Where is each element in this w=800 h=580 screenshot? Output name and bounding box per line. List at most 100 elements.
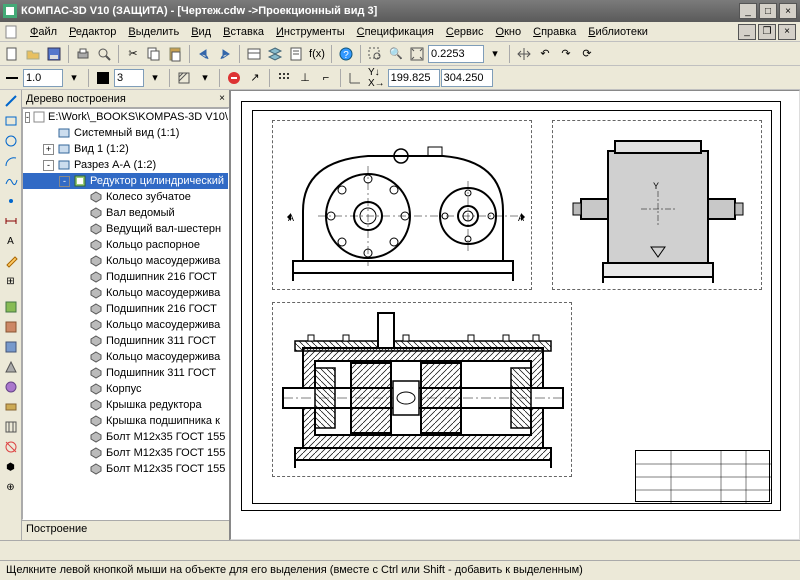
menu-библиотеки[interactable]: Библиотеки bbox=[582, 24, 654, 40]
properties-button[interactable] bbox=[244, 44, 264, 64]
scale-dropdown-icon[interactable]: ▾ bbox=[485, 44, 505, 64]
tree-close-button[interactable]: × bbox=[219, 93, 225, 104]
pan-button[interactable] bbox=[514, 44, 534, 64]
geom-spline-button[interactable] bbox=[2, 172, 20, 190]
expand-icon[interactable]: - bbox=[25, 112, 30, 123]
tree-item[interactable]: Вал ведомый bbox=[23, 205, 228, 221]
maximize-button[interactable]: □ bbox=[759, 3, 777, 19]
save-button[interactable] bbox=[44, 44, 64, 64]
undo-button[interactable] bbox=[194, 44, 214, 64]
tree-item[interactable]: Корпус bbox=[23, 381, 228, 397]
tree-item[interactable]: Кольцо масоудержива bbox=[23, 349, 228, 365]
tree-item[interactable]: Подшипник 311 ГОСТ bbox=[23, 333, 228, 349]
geom-arc-button[interactable] bbox=[2, 152, 20, 170]
menu-файл[interactable]: Файл bbox=[24, 24, 63, 40]
menu-вставка[interactable]: Вставка bbox=[217, 24, 270, 40]
menu-инструменты[interactable]: Инструменты bbox=[270, 24, 351, 40]
mdi-close-button[interactable]: × bbox=[778, 24, 796, 40]
hatch-button[interactable] bbox=[174, 68, 194, 88]
menu-вид[interactable]: Вид bbox=[185, 24, 217, 40]
help-button[interactable]: ? bbox=[336, 44, 356, 64]
new-button[interactable] bbox=[2, 44, 22, 64]
print-button[interactable] bbox=[73, 44, 93, 64]
dim-button[interactable] bbox=[2, 212, 20, 230]
edit-button[interactable] bbox=[2, 252, 20, 270]
tool-c-button[interactable] bbox=[2, 338, 20, 356]
stop-button[interactable] bbox=[224, 68, 244, 88]
tool-i-button[interactable]: ⬢ bbox=[2, 458, 20, 476]
menu-сервис[interactable]: Сервис bbox=[440, 24, 490, 40]
tree-item[interactable]: Кольцо распорное bbox=[23, 237, 228, 253]
tree-body[interactable]: - E:\Work\_BOOKS\KOMPAS-3D V10\КО Систем… bbox=[22, 108, 229, 520]
redo-button[interactable] bbox=[215, 44, 235, 64]
layers-button[interactable] bbox=[265, 44, 285, 64]
paste-button[interactable] bbox=[165, 44, 185, 64]
tool-g-button[interactable] bbox=[2, 418, 20, 436]
view-section[interactable] bbox=[272, 302, 572, 477]
tree-item[interactable]: -Разрез А-А (1:2) bbox=[23, 157, 228, 173]
hatch-drop-icon[interactable]: ▾ bbox=[195, 68, 215, 88]
zoom-window-button[interactable] bbox=[365, 44, 385, 64]
tool-a-button[interactable] bbox=[2, 298, 20, 316]
tree-item[interactable]: Крышка подшипника к bbox=[23, 413, 228, 429]
tree-item[interactable]: Болт М12x35 ГОСТ 155 bbox=[23, 429, 228, 445]
copy-button[interactable] bbox=[144, 44, 164, 64]
tree-item[interactable]: Подшипник 216 ГОСТ bbox=[23, 269, 228, 285]
snap-end-button[interactable]: ⌐ bbox=[316, 68, 336, 88]
tool-b-button[interactable] bbox=[2, 318, 20, 336]
tree-item[interactable]: Кольцо масоудержива bbox=[23, 317, 228, 333]
close-button[interactable]: × bbox=[779, 3, 797, 19]
zoom-in-icon[interactable]: 🔍 bbox=[386, 44, 406, 64]
view-side[interactable]: Y bbox=[552, 120, 762, 290]
color-button[interactable] bbox=[93, 68, 113, 88]
coord-x-input[interactable] bbox=[388, 69, 440, 87]
ortho-button[interactable]: ⊥ bbox=[295, 68, 315, 88]
preview-button[interactable] bbox=[94, 44, 114, 64]
tool-j-button[interactable]: ⊕ bbox=[2, 478, 20, 496]
geom-line-button[interactable] bbox=[2, 92, 20, 110]
coord-y-input[interactable] bbox=[441, 69, 493, 87]
tree-item[interactable]: Системный вид (1:1) bbox=[23, 125, 228, 141]
spec-button[interactable] bbox=[286, 44, 306, 64]
geom-circle-button[interactable] bbox=[2, 132, 20, 150]
zoom-prev-button[interactable]: ↶ bbox=[535, 44, 555, 64]
minimize-button[interactable]: _ bbox=[739, 3, 757, 19]
geom-rect-button[interactable] bbox=[2, 112, 20, 130]
open-button[interactable] bbox=[23, 44, 43, 64]
mdi-minimize-button[interactable]: _ bbox=[738, 24, 756, 40]
tool-d-button[interactable] bbox=[2, 358, 20, 376]
scale-input[interactable] bbox=[428, 45, 484, 63]
menu-спецификация[interactable]: Спецификация bbox=[351, 24, 440, 40]
menu-редактор[interactable]: Редактор bbox=[63, 24, 122, 40]
refresh-button[interactable]: ⟳ bbox=[577, 44, 597, 64]
linewidth-input[interactable] bbox=[23, 69, 63, 87]
tree-item[interactable]: Болт М12x35 ГОСТ 155 bbox=[23, 461, 228, 477]
tree-item[interactable]: Подшипник 311 ГОСТ bbox=[23, 365, 228, 381]
tree-item[interactable]: Крышка редуктора bbox=[23, 397, 228, 413]
snap-grid-button[interactable] bbox=[274, 68, 294, 88]
coord-mode-button[interactable] bbox=[345, 68, 365, 88]
menu-выделить[interactable]: Выделить bbox=[122, 24, 185, 40]
tree-item[interactable]: Подшипник 216 ГОСТ bbox=[23, 301, 228, 317]
mdi-restore-button[interactable]: ❐ bbox=[758, 24, 776, 40]
text-button[interactable]: A bbox=[2, 232, 20, 250]
tree-item[interactable]: Болт М12x35 ГОСТ 155 bbox=[23, 445, 228, 461]
linewidth-dropdown-icon[interactable]: ▾ bbox=[64, 68, 84, 88]
expand-icon[interactable]: - bbox=[59, 176, 70, 187]
tool-h-button[interactable] bbox=[2, 438, 20, 456]
count-input[interactable] bbox=[114, 69, 144, 87]
expand-icon[interactable]: - bbox=[43, 160, 54, 171]
tool-e-button[interactable] bbox=[2, 378, 20, 396]
tree-item[interactable]: Колесо зубчатое bbox=[23, 189, 228, 205]
style-button[interactable] bbox=[2, 68, 22, 88]
cut-button[interactable]: ✂ bbox=[123, 44, 143, 64]
tree-item[interactable]: -Редуктор цилиндрический bbox=[23, 173, 228, 189]
tree-root[interactable]: - E:\Work\_BOOKS\KOMPAS-3D V10\КО bbox=[23, 109, 228, 125]
tree-item[interactable]: Ведущий вал-шестерн bbox=[23, 221, 228, 237]
menu-справка[interactable]: Справка bbox=[527, 24, 582, 40]
geom-point-button[interactable] bbox=[2, 192, 20, 210]
tool-f-button[interactable] bbox=[2, 398, 20, 416]
arrow-icon[interactable]: ↗ bbox=[245, 68, 265, 88]
zoom-fit-button[interactable] bbox=[407, 44, 427, 64]
variables-button[interactable]: f(x) bbox=[307, 44, 327, 64]
